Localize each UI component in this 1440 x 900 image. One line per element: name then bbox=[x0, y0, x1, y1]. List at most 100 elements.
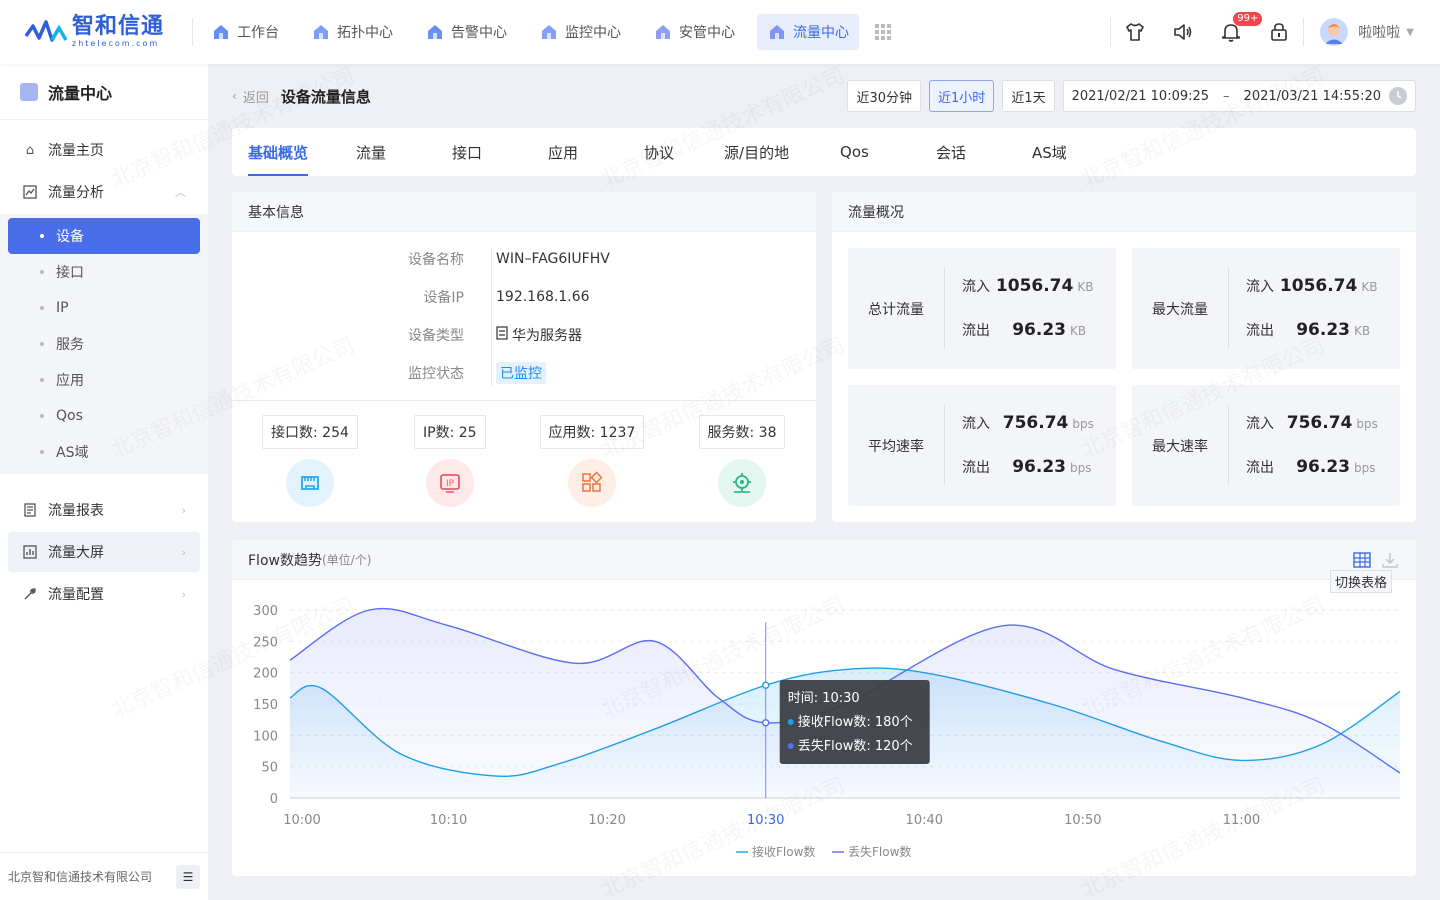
kv-device-type: 设备类型 华为服务器 bbox=[232, 316, 816, 354]
nav-item-5[interactable]: 流量中心 bbox=[757, 14, 859, 50]
tooltip-text: 丢失Flow数: 120个 bbox=[798, 739, 913, 754]
logo-mark-icon bbox=[24, 18, 68, 46]
submenu-item-4[interactable]: 应用 bbox=[8, 362, 200, 398]
field-value: 华为服务器 bbox=[512, 328, 582, 344]
tab-5[interactable]: 源/目的地 bbox=[724, 128, 840, 176]
time-30min-button[interactable]: 近30分钟 bbox=[847, 80, 922, 112]
traffic-icon bbox=[767, 22, 787, 42]
home-icon: ⌂ bbox=[25, 142, 35, 158]
tab-label: Qos bbox=[840, 143, 869, 161]
sidebar-title: 流量中心 bbox=[0, 64, 208, 120]
main-nav: 工作台 拓扑中心 告警中心 监控中心 安管中心 流量中心 bbox=[201, 14, 871, 50]
avatar bbox=[1320, 18, 1349, 46]
apps-grid-icon[interactable] bbox=[875, 24, 891, 40]
tab-6[interactable]: Qos bbox=[840, 128, 936, 176]
app-icon bbox=[567, 459, 616, 507]
overview-item-1: 最大流量 流入 1056.74 KB 流出 96.23 KB bbox=[1132, 248, 1400, 369]
nav-item-4[interactable]: 安管中心 bbox=[643, 14, 745, 50]
y-tick-label: 250 bbox=[253, 635, 278, 650]
sidebar-footer: 北京智和信通技术有限公司 ☰ bbox=[0, 852, 208, 900]
tab-label: 流量 bbox=[356, 143, 387, 162]
sidebar-item-traffic-report[interactable]: 流量报表 › bbox=[8, 490, 200, 530]
stat-item-3[interactable]: 服务数: 38 bbox=[698, 415, 786, 507]
analysis-submenu: 设备接口 IP 服务 应用 Qos AS域 bbox=[0, 214, 208, 474]
submenu-item-0[interactable]: 设备 bbox=[8, 218, 200, 254]
inflow-label: 流入 bbox=[962, 279, 990, 295]
bullet-icon bbox=[40, 306, 44, 310]
back-button[interactable]: ‹ 返回 bbox=[232, 87, 269, 106]
nav-item-2[interactable]: 告警中心 bbox=[415, 14, 517, 50]
collapse-sidebar-icon[interactable]: ☰ bbox=[176, 865, 200, 889]
stat-item-2[interactable]: 应用数: 1237 bbox=[539, 415, 645, 507]
tab-7[interactable]: 会话 bbox=[936, 128, 1032, 176]
tab-8[interactable]: AS域 bbox=[1032, 128, 1112, 176]
flow-trend-chart[interactable]: 0 50 100 150 200 250 300 10:00 10:10 10:20 10:30 10… bbox=[232, 580, 1416, 876]
inflow-label: 流入 bbox=[1246, 416, 1274, 432]
legend-label[interactable]: 丢失Flow数 bbox=[848, 844, 911, 859]
outflow-label: 流出 bbox=[1246, 323, 1274, 339]
overview-name: 平均速率 bbox=[868, 438, 924, 455]
stat-label: IP数: 25 bbox=[414, 415, 486, 449]
stat-item-1[interactable]: IP数: 25 IP bbox=[414, 415, 486, 507]
tab-3[interactable]: 应用 bbox=[548, 128, 644, 176]
chevron-down-icon: ▼ bbox=[1406, 26, 1414, 38]
tab-0[interactable]: 基础概览 bbox=[248, 128, 309, 176]
basic-info-card: 基本信息 设备名称 WIN–FAG6IUFHV 设备IP 192.168.1.66 … bbox=[232, 192, 816, 522]
sidebar-item-traffic-config[interactable]: 流量配置 › bbox=[8, 574, 200, 614]
sidebar-title-text: 流量中心 bbox=[48, 83, 113, 103]
top-bar: 智和信通 zhtelecom.com 工作台 拓扑中心 告警中心 监控中心 安管中心 流量… bbox=[0, 0, 1440, 64]
chevron-right-icon: › bbox=[181, 587, 186, 601]
overview-item-0: 总计流量 流入 1056.74 KB 流出 96.23 KB bbox=[848, 248, 1116, 369]
field-label: 设备类型 bbox=[408, 328, 464, 344]
tab-4[interactable]: 协议 bbox=[644, 128, 724, 176]
sidebar-item-traffic-analysis[interactable]: 流量分析 ︿ bbox=[8, 172, 200, 212]
nav-item-3[interactable]: 监控中心 bbox=[529, 14, 631, 50]
submenu-item-1[interactable]: 接口 bbox=[8, 254, 200, 290]
bullet-icon bbox=[40, 270, 44, 274]
lock-icon[interactable] bbox=[1255, 0, 1303, 64]
chart-title: Flow数趋势 bbox=[248, 552, 322, 569]
overview-name: 最大速率 bbox=[1152, 438, 1208, 455]
user-menu[interactable]: 啦啦啦 ▼ bbox=[1304, 18, 1440, 46]
volume-icon[interactable] bbox=[1159, 0, 1207, 64]
date-range-picker[interactable]: 2021/02/21 10:09:25 – 2021/03/21 14:55:2… bbox=[1062, 80, 1416, 112]
legend-label[interactable]: 接收Flow数 bbox=[752, 844, 815, 859]
submenu-item-3[interactable]: 服务 bbox=[8, 326, 200, 362]
time-1hour-button[interactable]: 近1小时 bbox=[929, 80, 995, 112]
time-1day-button[interactable]: 近1天 bbox=[1002, 80, 1055, 112]
inflow-value: 756.74 bbox=[1002, 413, 1069, 433]
nav-item-0[interactable]: 工作台 bbox=[201, 14, 289, 50]
inflow-label: 流入 bbox=[962, 416, 990, 432]
home-icon bbox=[211, 22, 231, 42]
wrench-icon bbox=[22, 586, 38, 602]
submenu-item-6[interactable]: AS域 bbox=[8, 434, 200, 470]
stat-item-0[interactable]: 接口数: 254 bbox=[262, 415, 358, 507]
table-switch-icon[interactable] bbox=[1352, 550, 1372, 570]
kv-device-ip: 设备IP 192.168.1.66 bbox=[232, 278, 816, 316]
inflow-unit: bps bbox=[1072, 417, 1094, 431]
brand-logo[interactable]: 智和信通 zhtelecom.com bbox=[0, 16, 192, 48]
submenu-item-label: 接口 bbox=[56, 265, 84, 281]
field-value: WIN–FAG6IUFHV bbox=[496, 251, 610, 267]
submenu-item-5[interactable]: Qos bbox=[8, 398, 200, 434]
submenu-item-2[interactable]: IP bbox=[8, 290, 200, 326]
page-title: 设备流量信息 bbox=[280, 87, 371, 106]
sidebar-item-traffic-screen[interactable]: 流量大屏 › bbox=[8, 532, 200, 572]
back-label: 返回 bbox=[242, 90, 269, 106]
tab-2[interactable]: 接口 bbox=[452, 128, 548, 176]
bell-icon[interactable]: 99+ bbox=[1207, 0, 1263, 64]
interface-icon bbox=[285, 459, 334, 507]
tab-1[interactable]: 流量 bbox=[356, 128, 452, 176]
skin-icon[interactable] bbox=[1111, 0, 1159, 64]
sidebar-item-traffic-home[interactable]: ⌂ 流量主页 bbox=[8, 130, 200, 170]
stat-label: 服务数: 38 bbox=[698, 415, 786, 449]
nav-item-1[interactable]: 拓扑中心 bbox=[301, 14, 403, 50]
download-icon[interactable] bbox=[1380, 550, 1400, 570]
sidebar-item-label: 流量配置 bbox=[48, 587, 104, 603]
inflow-row: 流入 756.74 bps bbox=[962, 413, 1102, 435]
x-tick-label: 10:40 bbox=[906, 813, 943, 828]
bullet-icon bbox=[40, 414, 44, 418]
topology-icon bbox=[311, 22, 331, 42]
divider bbox=[944, 405, 945, 485]
alarm-icon bbox=[425, 22, 445, 42]
